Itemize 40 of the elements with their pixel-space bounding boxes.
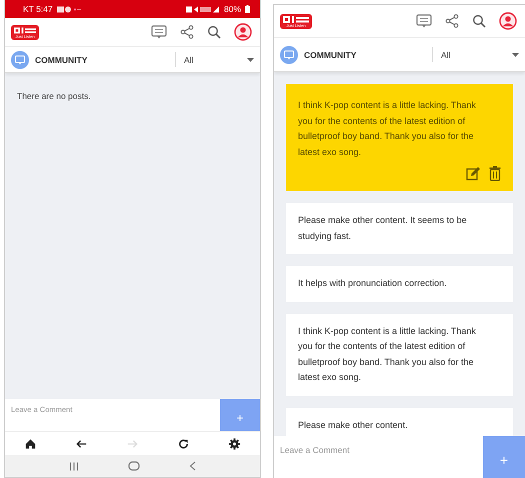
filter-dropdown[interactable]: All [175,52,254,67]
empty-message: There are no posts. [17,91,92,101]
status-icons [56,6,81,12]
post-text: I think K-pop content is a little lacking. Thank you for the contents of the latest edition of bulletproof boy band. Thank you also for the latest exo song. [298,99,477,159]
settings-icon[interactable] [228,436,241,450]
trash-icon[interactable] [489,166,501,181]
page-title: COMMUNITY [35,54,88,64]
search-icon[interactable] [207,25,221,39]
post-text: Please make other content. [298,418,409,432]
recent-apps-icon[interactable] [69,462,80,470]
post-card[interactable]: It helps with pronunciation correction. [286,266,513,302]
post-text: Please make other content. It seems to be studying fast. [298,214,468,243]
home-icon[interactable] [24,436,37,450]
post-text: I think K-pop content is a little lacking. Thank you for the contents of the latest edition of bulletproof boy band. Thank you also for the latest exo song. [298,324,477,384]
profile-icon[interactable] [499,12,517,30]
post-card[interactable]: I think K-pop content is a little lacking. Thank you for the contents of the latest edition of bulletproof boy band. Thank you also for the latest exo song. [286,314,513,396]
edit-icon[interactable] [466,166,481,181]
post-text: It helps with pronunciation correction. [298,277,448,290]
share-icon[interactable] [445,14,459,28]
search-icon[interactable] [472,14,486,28]
reload-icon[interactable] [177,436,190,450]
community-icon [280,46,298,64]
community-icon [11,50,29,68]
battery-icon [245,5,250,13]
chat-icon[interactable] [151,25,167,39]
status-time: KT 5:47 [23,4,53,14]
chat-icon[interactable] [416,14,432,28]
share-icon[interactable] [180,25,194,39]
home-button-icon[interactable] [128,461,140,471]
filter-dropdown[interactable]: All [432,47,519,62]
post-card[interactable]: I think K-pop content is a little lacking. Thank you for the contents of the latest edition of bulletproof boy band. Thank you also for the latest exo song. [286,84,513,191]
profile-icon[interactable] [234,23,252,41]
signal-icons [186,6,220,12]
post-card[interactable]: Please make other content. It seems to be studying fast. [286,203,513,254]
page-title: COMMUNITY [304,50,358,60]
caret-icon [247,58,254,62]
battery-level: 80% [224,4,241,14]
post-card[interactable]: Please make other content. [286,408,513,436]
back-icon[interactable] [188,461,196,471]
caret-icon [512,52,519,56]
